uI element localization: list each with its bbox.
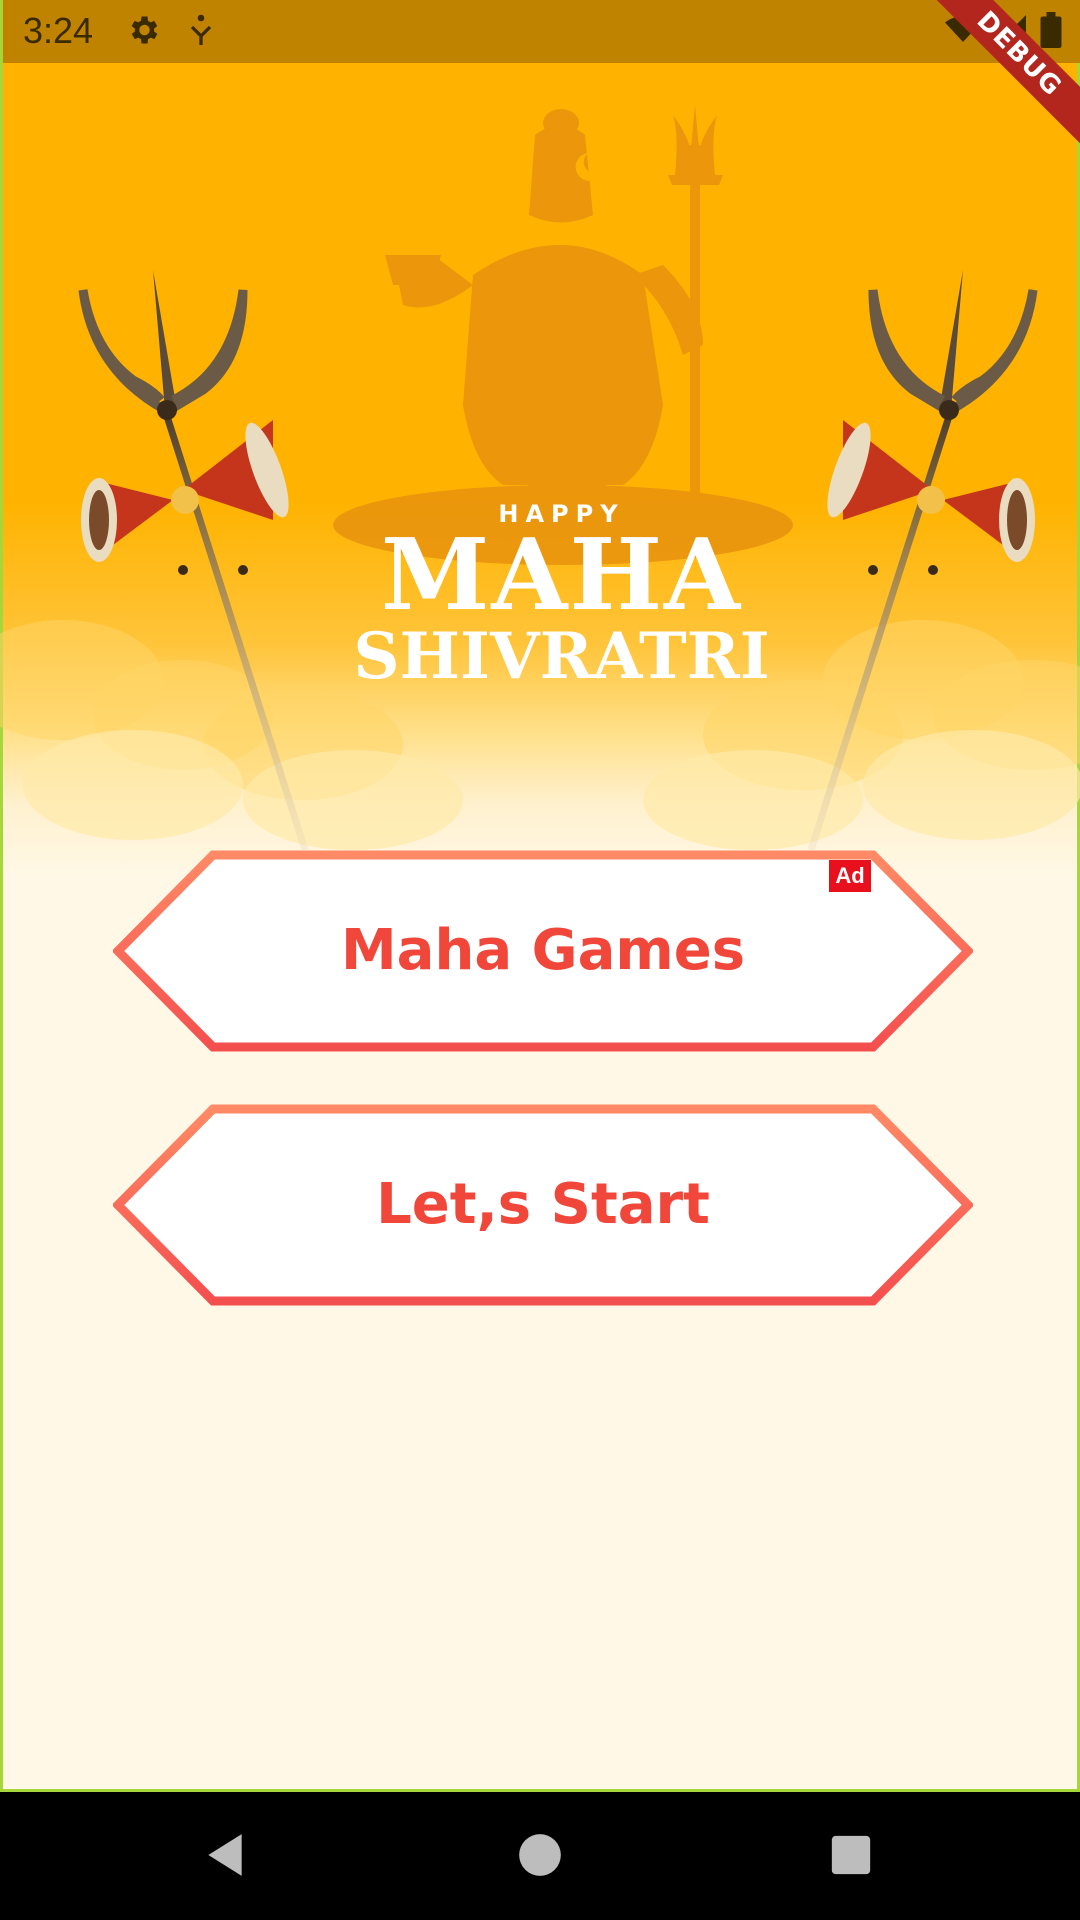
screen: 3:24 DEBUG HAPPY MAHA SHIVRATRI Maha Gam…	[0, 0, 1080, 1920]
lets-start-label: Let,s Start	[376, 1172, 710, 1237]
lets-start-button[interactable]: Let,s Start	[113, 1104, 973, 1306]
battery-icon	[1039, 12, 1063, 52]
ad-badge[interactable]: Ad	[829, 860, 871, 892]
banner-maha-text: MAHA	[380, 518, 743, 633]
status-time: 3:24	[23, 10, 94, 51]
recents-icon[interactable]	[828, 1832, 874, 1878]
app-content: 3:24 DEBUG HAPPY MAHA SHIVRATRI Maha Gam…	[0, 0, 1080, 1792]
navigation-bar	[0, 1792, 1080, 1920]
settings-icon	[125, 12, 161, 52]
status-bar: 3:24	[3, 0, 1080, 63]
banner-shivratri-text: SHIVRATRI	[353, 619, 770, 694]
back-icon[interactable]	[200, 1830, 250, 1880]
home-icon[interactable]	[515, 1830, 565, 1880]
accessibility-icon	[183, 12, 219, 52]
